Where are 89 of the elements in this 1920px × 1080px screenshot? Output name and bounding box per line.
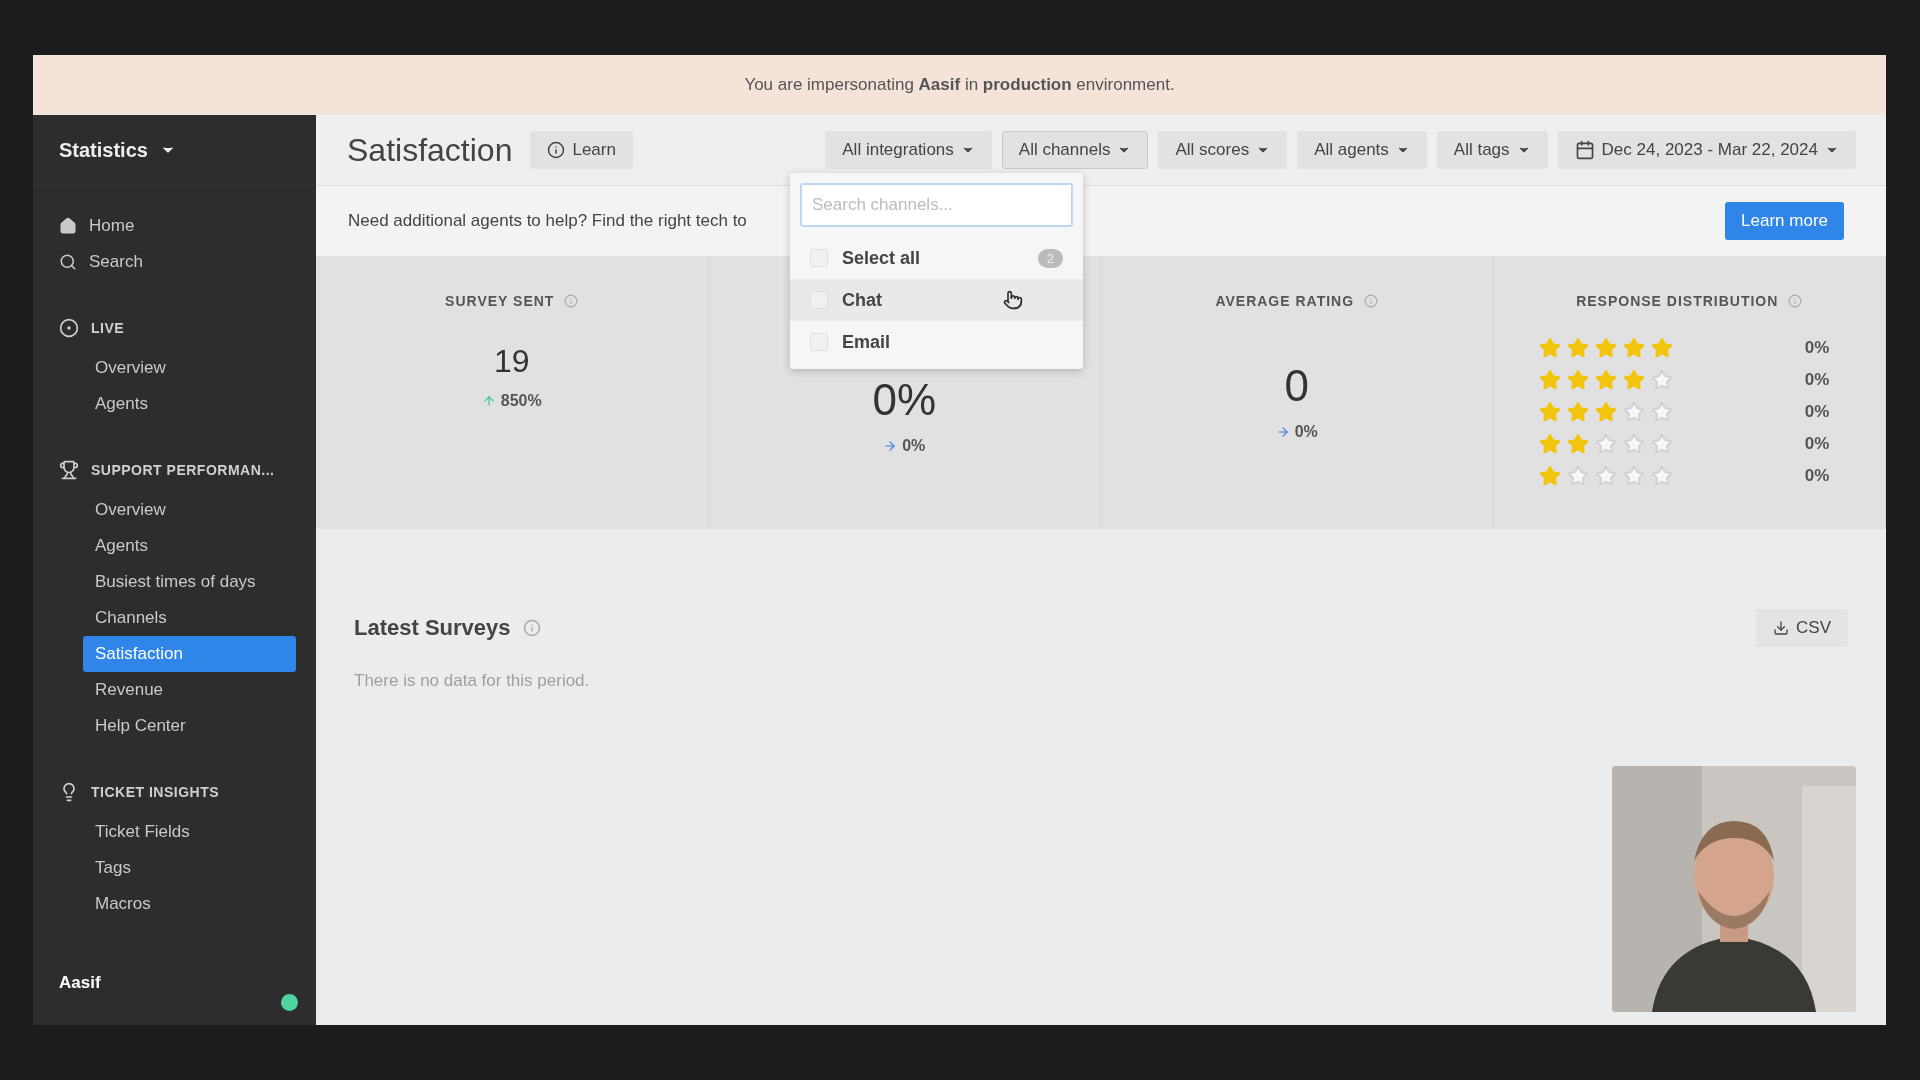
empty-star-icon (1567, 465, 1590, 487)
info-icon (1364, 294, 1379, 308)
filter-dropdown[interactable]: All channels (1001, 131, 1149, 169)
star-icon (1539, 401, 1562, 423)
stat-change: 850% (500, 392, 542, 410)
star-icon (1539, 369, 1562, 391)
stat-title: AVERAGE RATING (1215, 293, 1355, 309)
notice-text: Need additional agents to help? Find the right tech to (348, 211, 747, 231)
filter-dropdown[interactable]: All integrations (825, 131, 992, 169)
stat-value: 19 (493, 343, 530, 380)
empty-star-icon (1651, 433, 1674, 455)
trophy-icon (59, 460, 79, 480)
stat-change: 0% (1294, 423, 1318, 441)
info-icon (564, 294, 579, 308)
channel-option[interactable]: Email (790, 321, 1083, 363)
search-field[interactable]: Search channels... (800, 183, 1073, 227)
section-title: TICKET INSIGHTS (91, 784, 220, 800)
home-icon (59, 217, 77, 235)
nav-item[interactable]: Search (59, 244, 296, 280)
csv-button[interactable]: CSV (1756, 609, 1848, 647)
section-title: Latest Surveys (354, 615, 511, 641)
star-icon (1567, 369, 1590, 391)
arrow-right-icon (883, 439, 898, 453)
empty-star-icon (1623, 433, 1646, 455)
nav-item[interactable]: Home (59, 208, 296, 244)
download-icon (1773, 620, 1790, 636)
stat-value: 0 (1284, 361, 1309, 411)
learn-button[interactable]: Learn (530, 131, 633, 169)
stat-title: RESPONSE DISTRIBUTION (1576, 293, 1779, 309)
star-icon (1539, 337, 1562, 359)
info-icon (522, 619, 541, 637)
empty-star-icon (1623, 465, 1646, 487)
percent-value: 0% (1804, 466, 1830, 486)
percent-value: 0% (1804, 370, 1830, 390)
nav-item[interactable]: Overview (83, 492, 296, 528)
filter-dropdown[interactable]: All tags (1436, 131, 1548, 169)
user-name: Aasif (59, 973, 101, 993)
target-icon (59, 318, 79, 338)
nav-item[interactable]: Ticket Fields (83, 814, 296, 850)
star-icon (1539, 465, 1562, 487)
star-icon (1539, 433, 1562, 455)
star-icon (1595, 337, 1618, 359)
nav-item[interactable]: Help Center (83, 708, 296, 744)
nav-item[interactable]: Busiest times of days (83, 564, 296, 600)
channel-option[interactable]: Chat (790, 279, 1083, 321)
arrow-right-icon (1275, 425, 1290, 439)
percent-value: 0% (1804, 338, 1830, 358)
calendar-icon (1574, 140, 1595, 160)
banner-text: You are impersonating Aasif in production environment. (744, 75, 1175, 95)
star-icon (1623, 337, 1646, 359)
empty-star-icon (1595, 465, 1618, 487)
learn-more-button[interactable]: Learn more (1725, 202, 1844, 240)
empty-star-icon (1651, 369, 1674, 391)
empty-star-icon (1651, 401, 1674, 423)
nav-item[interactable]: Channels (83, 600, 296, 636)
filter-dropdown[interactable]: All scores (1158, 131, 1288, 169)
filter-dropdown[interactable]: Dec 24, 2023 - Mar 22, 2024 (1557, 131, 1856, 169)
stat-change: 0% (902, 437, 926, 455)
nav-item[interactable]: Overview (83, 350, 296, 386)
nav-item[interactable]: Macros (83, 886, 296, 922)
stat-title: SURVEY SENT (445, 293, 555, 309)
option-label: Select all (842, 247, 921, 269)
empty-message: There is no data for this period. (354, 671, 591, 691)
hand-cursor-icon (1003, 290, 1023, 310)
nav-item[interactable]: Satisfaction (83, 636, 296, 672)
page-title: Satisfaction (347, 131, 513, 169)
percent-value: 0% (1804, 402, 1830, 422)
nav-item[interactable]: Agents (83, 528, 296, 564)
star-icon (1567, 337, 1590, 359)
nav-item[interactable]: Tags (83, 850, 296, 886)
star-icon (1595, 401, 1618, 423)
percent-value: 0% (1804, 434, 1830, 454)
empty-star-icon (1595, 433, 1618, 455)
empty-star-icon (1651, 465, 1674, 487)
stat-value: 0% (872, 375, 937, 425)
info-icon (547, 141, 566, 159)
star-icon (1651, 337, 1674, 359)
star-icon (1595, 369, 1618, 391)
star-icon (1623, 369, 1646, 391)
section-title: SUPPORT PERFORMAN... (91, 462, 275, 478)
section-title: LIVE (91, 320, 125, 336)
info-icon (1788, 294, 1803, 308)
empty-star-icon (1623, 401, 1646, 423)
search-icon (59, 253, 77, 271)
nav-item[interactable]: Agents (83, 386, 296, 422)
star-icon (1567, 433, 1590, 455)
nav-item[interactable]: Revenue (83, 672, 296, 708)
filter-dropdown[interactable]: All agents (1297, 131, 1427, 169)
star-icon (1567, 401, 1590, 423)
